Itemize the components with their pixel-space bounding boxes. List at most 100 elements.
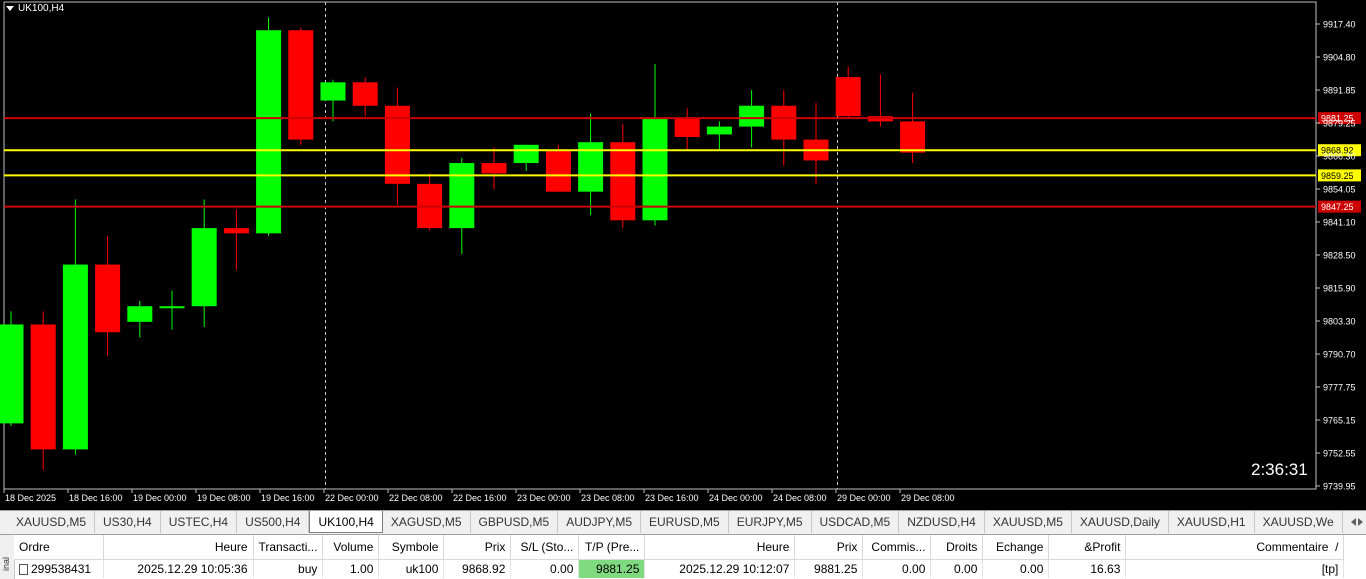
- tab-uk100-h4[interactable]: UK100,H4: [309, 511, 383, 533]
- col-header-profit[interactable]: &Profit: [1048, 535, 1127, 560]
- tab-xagusd-m5[interactable]: XAGUSD,M5: [383, 511, 471, 533]
- cell-take-profit: 9881.25: [578, 559, 646, 578]
- candle-body[interactable]: [288, 30, 314, 140]
- dropdown-triangle-icon[interactable]: [6, 5, 14, 11]
- time-axis-label: 22 Dec 08:00: [389, 493, 443, 503]
- candle-body[interactable]: [674, 118, 700, 137]
- tab-xauusd-m5[interactable]: XAUUSD,M5: [985, 511, 1072, 533]
- cell-close-price: 9881.25: [794, 559, 864, 578]
- candle-body[interactable]: [449, 163, 475, 229]
- tab-audjpy-m5[interactable]: AUDJPY,M5: [558, 511, 641, 533]
- cell-symbol: uk100: [378, 559, 445, 578]
- candle-body[interactable]: [739, 105, 765, 127]
- col-header-close-price[interactable]: Prix: [794, 535, 864, 560]
- chart-symbol-label: UK100,H4: [18, 3, 65, 14]
- cell-type: buy: [253, 559, 324, 578]
- cell-fees: 0.00: [930, 559, 984, 578]
- candle-body[interactable]: [352, 82, 378, 106]
- tab-xauusd-m5[interactable]: XAUUSD,M5: [8, 511, 96, 533]
- trade-history-table: Ordre Heure Transacti... Volume Symbole …: [14, 535, 1345, 578]
- candle-body[interactable]: [62, 264, 88, 450]
- price-axis-label: 9841.10: [1323, 218, 1356, 228]
- cell-close-time: 2025.12.29 10:12:07: [644, 559, 796, 578]
- comment-header-label: Commentaire: [1256, 540, 1329, 554]
- candle-body[interactable]: [706, 126, 732, 135]
- candle-body[interactable]: [835, 77, 861, 117]
- tab-xauusd-h1[interactable]: XAUUSD,H1: [1169, 511, 1255, 533]
- tab-gbpusd-m5[interactable]: GBPUSD,M5: [471, 511, 559, 533]
- table-row[interactable]: 299538431 2025.12.29 10:05:36 buy 1.00 u…: [14, 559, 1345, 578]
- sort-indicator-icon: /: [1335, 540, 1339, 554]
- col-header-open-price[interactable]: Prix: [443, 535, 512, 560]
- col-header-take-profit[interactable]: T/P (Pre...: [578, 535, 646, 560]
- candle-body[interactable]: [30, 324, 56, 450]
- candle-body[interactable]: [900, 121, 926, 153]
- price-axis-label: 9866.30: [1323, 152, 1356, 162]
- candle-body[interactable]: [95, 264, 121, 333]
- price-axis-label: 9752.55: [1323, 449, 1356, 459]
- time-axis-label: 18 Dec 2025: [5, 493, 56, 503]
- tab-us500-h4[interactable]: US500,H4: [237, 511, 310, 533]
- col-header-comment[interactable]: Commentaire /: [1125, 535, 1345, 560]
- candle-body[interactable]: [0, 324, 24, 424]
- time-axis-label: 24 Dec 00:00: [709, 493, 763, 503]
- terminal-panel: inal Ordre Heure Transacti... Volume Sym…: [0, 534, 1366, 579]
- price-axis-label: 9777.75: [1323, 383, 1356, 393]
- price-axis-label: 9739.95: [1323, 482, 1356, 492]
- tab-ustec-h4[interactable]: USTEC,H4: [161, 511, 238, 533]
- cell-open-time: 2025.12.29 10:05:36: [103, 559, 254, 578]
- tab-xauusd-we[interactable]: XAUUSD,We: [1255, 511, 1343, 533]
- price-axis-label: 9879.25: [1323, 119, 1356, 129]
- candle-body[interactable]: [320, 82, 346, 101]
- col-header-volume[interactable]: Volume: [322, 535, 380, 560]
- col-header-close-time[interactable]: Heure: [644, 535, 796, 560]
- cell-swap: 0.00: [982, 559, 1050, 578]
- col-header-commission[interactable]: Commis...: [862, 535, 932, 560]
- document-icon: [19, 564, 28, 576]
- price-chart[interactable]: 9881.25 9868.92 9859.25 9847.25 9917.40 9904.…: [0, 0, 1366, 510]
- tab-eurjpy-m5[interactable]: EURJPY,M5: [729, 511, 812, 533]
- candle-body[interactable]: [642, 118, 668, 221]
- col-header-swap[interactable]: Echange: [982, 535, 1050, 560]
- col-header-stop-loss[interactable]: S/L (Sto...: [510, 535, 580, 560]
- price-level-label: 9859.25: [1321, 171, 1354, 181]
- col-header-open-time[interactable]: Heure: [103, 535, 254, 560]
- time-axis-label: 22 Dec 16:00: [453, 493, 507, 503]
- time-axis-label: 24 Dec 08:00: [773, 493, 827, 503]
- price-axis-label: 9790.70: [1323, 350, 1356, 360]
- table-header-row: Ordre Heure Transacti... Volume Symbole …: [14, 535, 1345, 560]
- cell-commission: 0.00: [862, 559, 932, 578]
- candle-body[interactable]: [191, 228, 217, 307]
- tab-nzdusd-h4[interactable]: NZDUSD,H4: [899, 511, 985, 533]
- candle-body[interactable]: [256, 30, 282, 234]
- price-axis-label: 9904.80: [1323, 53, 1356, 63]
- candle-body[interactable]: [771, 105, 797, 140]
- price-axis-label: 9815.90: [1323, 284, 1356, 294]
- time-axis-label: 29 Dec 08:00: [901, 493, 955, 503]
- cell-profit: 16.63: [1048, 559, 1127, 578]
- candle-body[interactable]: [610, 142, 636, 221]
- candle-body[interactable]: [127, 306, 153, 322]
- candle-body[interactable]: [513, 144, 539, 164]
- candlestick-chart[interactable]: 9881.259868.929859.259847.259917.409904.…: [0, 0, 1366, 510]
- tab-us30-h4[interactable]: US30,H4: [95, 511, 161, 533]
- candle-body[interactable]: [223, 228, 249, 234]
- candle-body[interactable]: [545, 150, 571, 192]
- tab-usdcad-m5[interactable]: USDCAD,M5: [812, 511, 900, 533]
- bar-countdown-timer: 2:36:31: [1251, 460, 1308, 479]
- time-axis-label: 19 Dec 00:00: [133, 493, 187, 503]
- candle-body[interactable]: [481, 163, 507, 174]
- time-axis-label: 19 Dec 16:00: [261, 493, 315, 503]
- candle-body[interactable]: [159, 306, 185, 309]
- time-axis-label: 19 Dec 08:00: [197, 493, 251, 503]
- col-header-type[interactable]: Transacti...: [253, 535, 324, 560]
- col-header-fees[interactable]: Droits: [930, 535, 984, 560]
- tab-scroll-arrows[interactable]: [1348, 512, 1366, 532]
- tab-xauusd-daily[interactable]: XAUUSD,Daily: [1072, 511, 1169, 533]
- price-axis-label: 9891.85: [1323, 86, 1356, 96]
- terminal-side-strip[interactable]: inal: [0, 535, 15, 579]
- col-header-symbol[interactable]: Symbole: [378, 535, 445, 560]
- tab-eurusd-m5[interactable]: EURUSD,M5: [641, 511, 729, 533]
- time-axis-label: 23 Dec 08:00: [581, 493, 635, 503]
- col-header-order[interactable]: Ordre: [14, 535, 104, 560]
